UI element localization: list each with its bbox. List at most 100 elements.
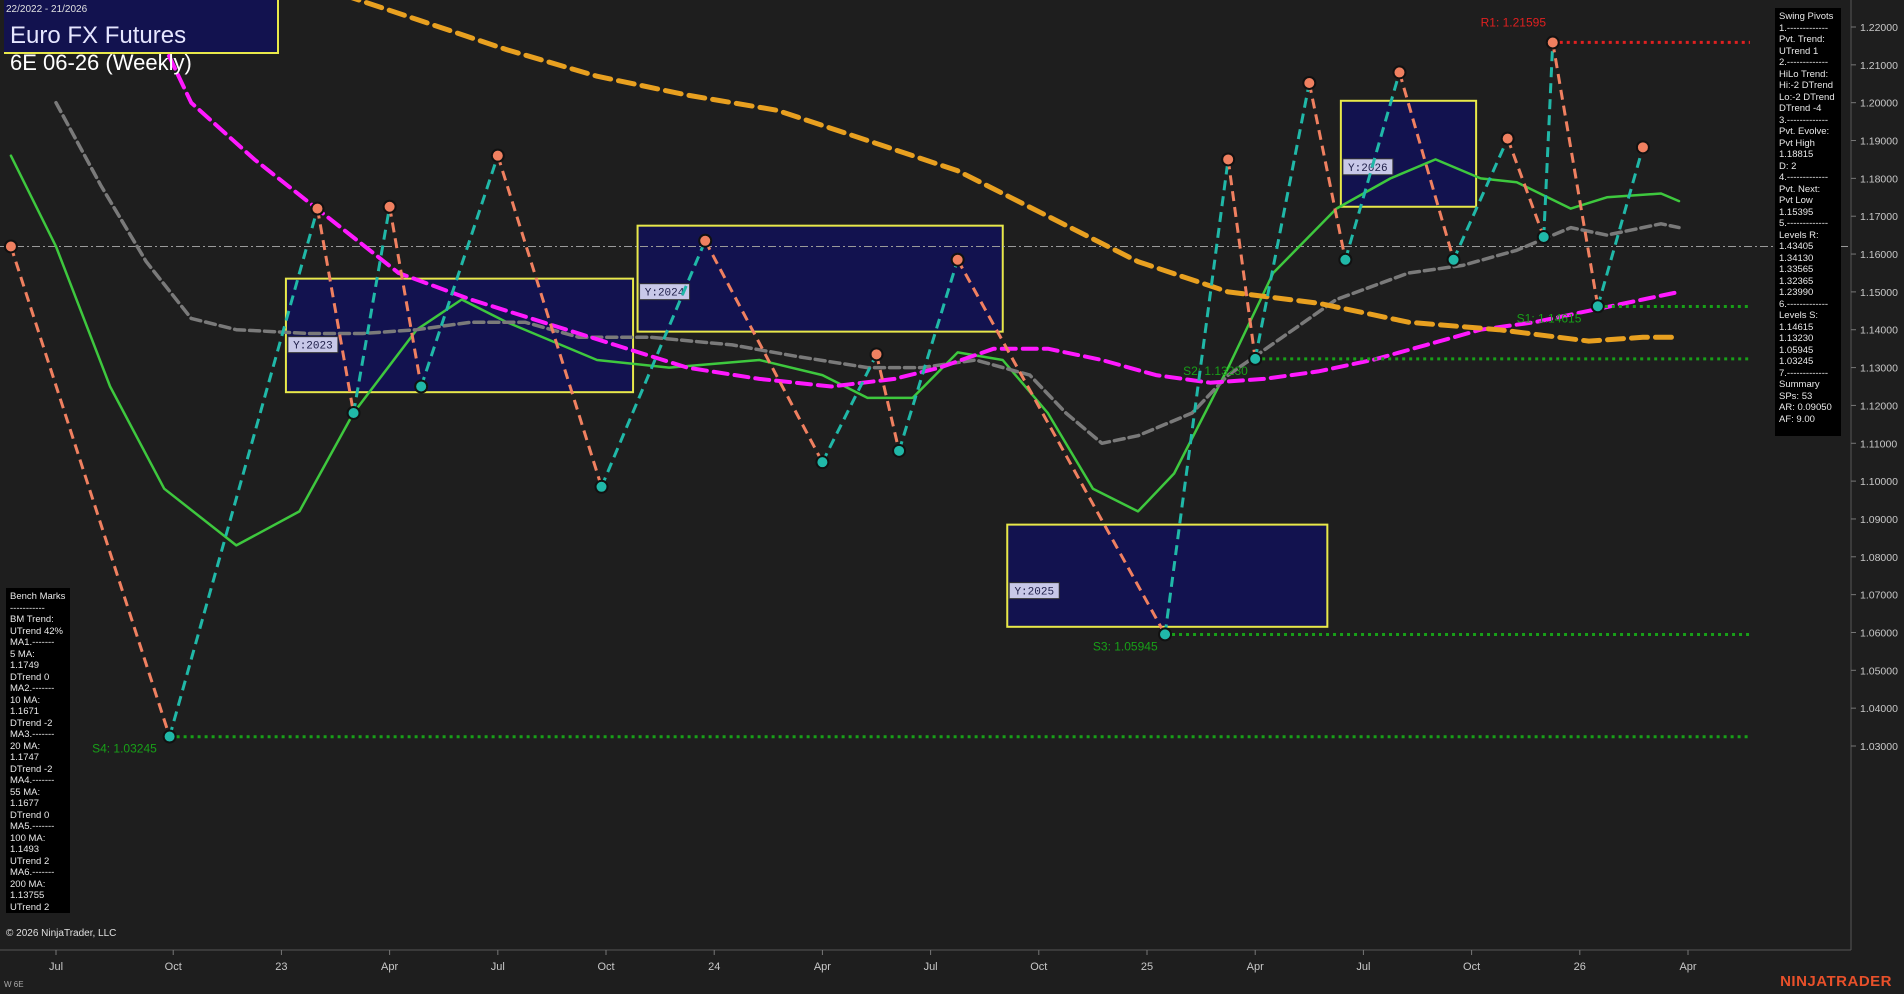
x-tick-label: Jul (49, 961, 63, 973)
swing-line: 1.05945 (1779, 344, 1814, 356)
pivot-high (310, 201, 325, 216)
swing-line: AF: 9.00 (1779, 413, 1815, 425)
bench-line: 200 MA: (10, 878, 46, 890)
level-label: S4: 1.03245 (92, 742, 157, 756)
pivot-low (594, 479, 609, 494)
swing-line: 1.14615 (1779, 321, 1814, 333)
y-tick-label: 1.03000 (1860, 741, 1898, 753)
pivot-high (1635, 140, 1650, 155)
level-label: S1: 1.14615 (1517, 311, 1582, 325)
swing-line: 1.33565 (1779, 264, 1814, 275)
bench-marks-panel: Bench Marks ----------- BM Trend: UTrend 42… (6, 588, 70, 913)
pivot-low (1158, 627, 1173, 642)
bench-line: 1.1671 (10, 706, 40, 717)
pivot-high (490, 148, 505, 163)
bench-line: 100 MA: (10, 832, 46, 844)
pivot-high (1392, 65, 1407, 80)
bench-line: DTrend 0 (10, 671, 50, 683)
x-tick-label: 24 (708, 961, 720, 973)
y-tick-label: 1.15000 (1860, 287, 1898, 299)
pivot-low (1536, 230, 1551, 245)
x-tick-label: Oct (1463, 961, 1480, 973)
swing-line: SPs: 53 (1779, 390, 1813, 402)
y-tick-label: 1.19000 (1860, 136, 1898, 148)
y-tick-label: 1.04000 (1860, 703, 1898, 715)
swing-line: 1.32365 (1779, 275, 1814, 287)
y-tick-label: 1.05000 (1860, 665, 1898, 677)
swing-line: 1.18815 (1779, 149, 1814, 160)
x-tick-label: Apr (1679, 961, 1696, 973)
instrument-label: 6E 06-26 (Weekly) (10, 50, 192, 75)
zone-box (1339, 99, 1478, 208)
pivot-low (1338, 252, 1353, 267)
swing-line: 1.43405 (1779, 241, 1814, 252)
y-tick-label: 1.09000 (1860, 514, 1898, 526)
swing-line: 3.------------- (1779, 114, 1829, 126)
x-tick-label: Jul (924, 961, 938, 973)
x-tick-label: 26 (1574, 961, 1586, 973)
y-tick-label: 1.06000 (1860, 627, 1898, 639)
swing-line: Levels R: (1779, 229, 1819, 241)
price-chart[interactable]: Y:2023 Y:2024 Y:2025 Y:2026 R1: 1.21595 S1: … (0, 0, 1904, 994)
date-range: 22/2022 - 21/2026 (6, 4, 88, 15)
pivot-low (815, 455, 830, 470)
swing-line: Hi:-2 DTrend (1779, 80, 1834, 91)
level-label: S2: 1.13230 (1183, 364, 1248, 378)
swing-line: 1.13230 (1779, 333, 1814, 344)
zone-label: Y:2026 (1348, 163, 1388, 175)
bench-line: MA4.------- (10, 775, 55, 786)
x-tick-label: Apr (381, 961, 398, 973)
swing-line: 1.15395 (1779, 206, 1814, 218)
pivot-low (1446, 252, 1461, 267)
bench-line: MA6.------- (10, 867, 55, 878)
swing-line: Pvt. Next: (1779, 183, 1821, 195)
pivot-high (3, 239, 18, 254)
pivot-high (1545, 35, 1560, 50)
bench-line: DTrend 0 (10, 809, 50, 821)
swing-line: Pvt High (1779, 137, 1815, 149)
swing-line: DTrend -4 (1779, 103, 1822, 114)
pivot-low (346, 405, 361, 420)
pivot-low (162, 729, 177, 744)
swing-line: HiLo Trend: (1779, 68, 1829, 80)
swing-line: 4.------------- (1779, 172, 1829, 183)
swing-line: 1.------------- (1779, 22, 1829, 34)
y-tick-label: 1.07000 (1860, 590, 1898, 602)
swing-line: D: 2 (1779, 160, 1797, 172)
x-tick-label: 23 (275, 961, 287, 973)
swing-line: 5.------------- (1779, 218, 1829, 229)
bench-line: MA3.------- (10, 729, 55, 740)
swing-line: Pvt. Evolve: (1779, 126, 1830, 137)
bench-line: MA5.------- (10, 821, 55, 832)
zone-box (636, 224, 1004, 333)
pivot-low (414, 379, 429, 394)
y-tick-label: 1.11000 (1860, 438, 1897, 450)
ninjatrader-logo: NINJATRADER (1780, 973, 1892, 990)
bench-line: UTrend 42% (10, 625, 63, 637)
bench-line: 5 MA: (10, 648, 35, 660)
bench-line: 20 MA: (10, 740, 41, 752)
instrument-short: W 6E (4, 980, 24, 989)
swing-line: Pvt Low (1779, 195, 1813, 206)
zone-label: Y:2025 (1014, 587, 1054, 599)
swing-line: Summary (1779, 379, 1820, 390)
swing-line: 2.------------- (1779, 57, 1829, 68)
swing-line: UTrend 1 (1779, 45, 1819, 57)
bench-line: ----------- (10, 602, 45, 614)
swing-line: 1.34130 (1779, 252, 1814, 264)
pivot-low (892, 443, 907, 458)
y-tick-label: 1.10000 (1860, 476, 1898, 488)
x-tick-label: Jul (1356, 961, 1370, 973)
x-tick-label: Apr (814, 961, 831, 973)
swing-line: 1.23990 (1779, 287, 1814, 298)
x-tick-label: Oct (165, 961, 182, 973)
swing-pivots-panel: Swing Pivots 1.------------- Pvt. Trend: UT… (1775, 8, 1841, 436)
bench-line: 10 MA: (10, 694, 41, 706)
y-tick-label: 1.18000 (1860, 173, 1898, 185)
y-tick-label: 1.21000 (1860, 60, 1898, 72)
x-tick-label: Oct (1030, 961, 1047, 973)
pivot-high (382, 199, 397, 214)
bench-line: 1.1677 (10, 798, 40, 809)
bench-line: UTrend 2 (10, 901, 50, 913)
level-label: S3: 1.05945 (1093, 640, 1158, 654)
